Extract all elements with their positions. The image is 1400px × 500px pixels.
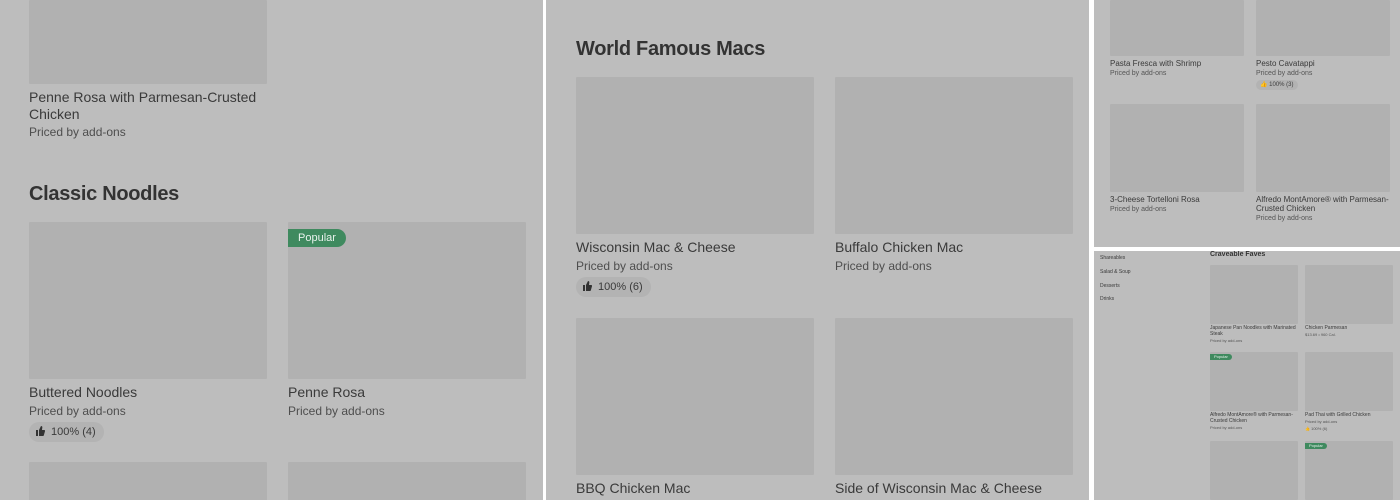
menu-panel-world-famous-macs: World Famous Macs Wisconsin Mac & Cheese… — [546, 0, 1089, 500]
item-price: Priced by add-ons — [288, 404, 385, 418]
item-image[interactable] — [288, 462, 526, 500]
popular-badge: Popular — [288, 229, 346, 247]
item-price: $13.69 • 960 Cal. — [1305, 332, 1336, 337]
item-image[interactable] — [1210, 352, 1298, 411]
thumbs-up-icon — [583, 281, 592, 291]
item-image[interactable] — [1305, 441, 1393, 500]
item-image[interactable] — [1305, 265, 1393, 324]
item-title[interactable]: Alfredo MontAmore® with Parmesan-Crusted… — [1256, 195, 1396, 213]
item-price: Priced by add-ons — [1210, 338, 1243, 343]
item-image[interactable] — [1210, 441, 1298, 500]
rating-text: 100% (3) — [1269, 82, 1294, 88]
item-image[interactable] — [1110, 0, 1244, 56]
item-price: Priced by add-ons — [1110, 206, 1167, 213]
item-price: Priced by add-ons — [1256, 70, 1313, 77]
rating-badge: 👍 100% (3) — [1256, 80, 1298, 90]
thumbs-up-icon — [36, 426, 45, 436]
sidebar-item-drinks[interactable]: Drinks — [1100, 296, 1114, 302]
section-heading: Classic Noodles — [29, 183, 180, 205]
item-title[interactable]: Penne Rosa with Parmesan-Crusted Chicken — [29, 89, 279, 123]
item-title[interactable]: Pad Thai with Grilled Chicken — [1305, 412, 1371, 418]
item-price: Priced by add-ons — [1256, 215, 1313, 222]
item-title[interactable]: Chicken Parmesan — [1305, 325, 1347, 331]
item-title[interactable]: Pesto Cavatappi — [1256, 59, 1315, 68]
item-image[interactable] — [576, 77, 814, 234]
popular-badge: Popular — [1210, 354, 1232, 360]
thumbs-up-icon: 👍 — [1260, 82, 1268, 88]
item-image[interactable] — [29, 222, 267, 379]
sidebar-item-shareables[interactable]: Shareables — [1100, 255, 1125, 261]
menu-panel-pasta: Pasta Fresca with Shrimp Priced by add-o… — [1094, 0, 1400, 247]
item-price: Priced by add-ons — [29, 404, 126, 418]
item-title[interactable]: Wisconsin Mac & Cheese — [576, 239, 736, 256]
item-title[interactable]: BBQ Chicken Mac — [576, 480, 690, 497]
item-price: Priced by add-ons — [1210, 425, 1243, 430]
popular-badge: Popular — [1305, 443, 1327, 449]
sidebar-item-salad-soup[interactable]: Salad & Soup — [1100, 269, 1131, 275]
item-price: Priced by add-ons — [29, 125, 126, 139]
item-image[interactable] — [1305, 352, 1393, 411]
screenshot-collage: Penne Rosa with Parmesan-Crusted Chicken… — [0, 0, 1400, 500]
rating-badge: 👍 100% (6) — [1305, 426, 1327, 431]
item-title[interactable]: Japanese Pan Noodles with Marinated Stea… — [1210, 325, 1302, 337]
rating-badge: 100% (6) — [576, 277, 651, 297]
sidebar-item-desserts[interactable]: Desserts — [1100, 283, 1120, 289]
item-price: Priced by add-ons — [1305, 419, 1338, 424]
item-image[interactable] — [1256, 0, 1390, 56]
item-image[interactable] — [835, 318, 1073, 475]
rating-text: 100% (6) — [598, 281, 643, 293]
item-title[interactable]: Buffalo Chicken Mac — [835, 239, 963, 256]
item-image[interactable] — [576, 318, 814, 475]
item-title[interactable]: 3-Cheese Tortelloni Rosa — [1110, 195, 1200, 204]
rating-text: 100% (4) — [51, 426, 96, 438]
rating-badge: 100% (4) — [29, 422, 104, 442]
item-price: Priced by add-ons — [835, 259, 932, 273]
section-heading: World Famous Macs — [576, 38, 766, 60]
item-image[interactable] — [835, 77, 1073, 234]
item-title[interactable]: Alfredo MontAmore® with Parmesan-Crusted… — [1210, 412, 1302, 424]
item-price: Priced by add-ons — [576, 259, 673, 273]
item-title[interactable]: Side of Wisconsin Mac & Cheese — [835, 480, 1042, 497]
item-title[interactable]: Buttered Noodles — [29, 384, 137, 401]
item-title[interactable]: Pasta Fresca with Shrimp — [1110, 59, 1201, 68]
item-image[interactable] — [1110, 104, 1244, 192]
thumbs-up-icon: 👍 — [1305, 426, 1310, 431]
item-title[interactable]: Penne Rosa — [288, 384, 365, 401]
menu-panel-classic-noodles: Penne Rosa with Parmesan-Crusted Chicken… — [0, 0, 543, 500]
item-image[interactable] — [1256, 104, 1390, 192]
menu-panel-craveable-faves: Shareables Salad & Soup Desserts Drinks … — [1094, 251, 1400, 500]
section-heading: Craveable Faves — [1210, 251, 1266, 258]
item-price: Priced by add-ons — [1110, 70, 1167, 77]
item-image[interactable] — [1210, 265, 1298, 324]
rating-text: 100% (6) — [1311, 426, 1328, 431]
item-image[interactable] — [29, 0, 267, 84]
item-image[interactable] — [29, 462, 267, 500]
